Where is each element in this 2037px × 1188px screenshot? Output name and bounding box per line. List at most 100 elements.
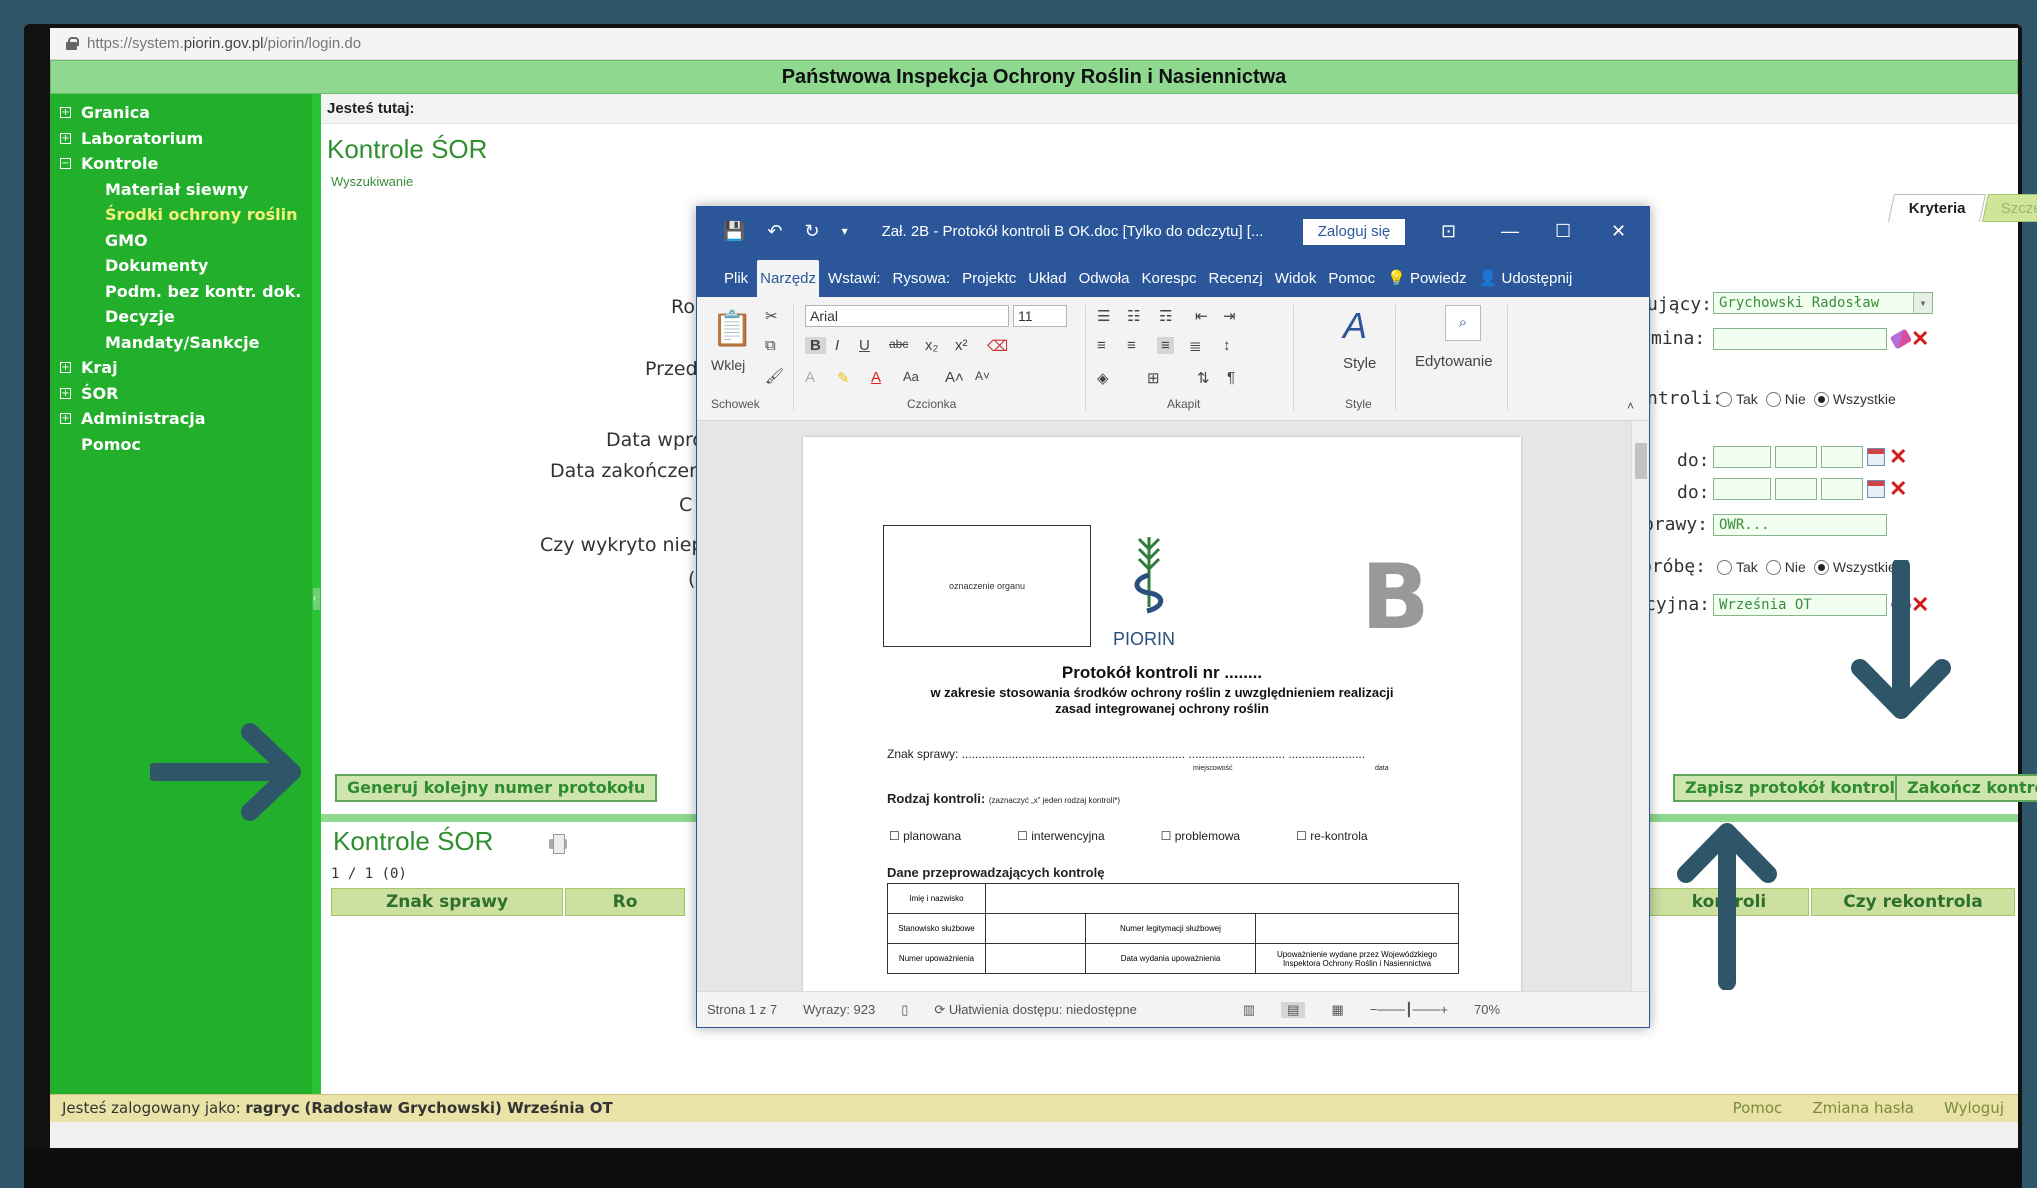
superscript-button[interactable]: x²	[955, 337, 968, 354]
numbering-icon[interactable]: ☷	[1127, 307, 1140, 325]
radio-nie[interactable]	[1765, 559, 1781, 575]
page-count[interactable]: Strona 1 z 7	[707, 1002, 777, 1017]
tab-powiedz[interactable]: 💡 Powiedz	[1384, 269, 1470, 297]
collapse-sidebar-handle[interactable]: ‹	[313, 588, 320, 610]
tab-wstawianie[interactable]: Wstawi:	[825, 270, 884, 297]
zoom-slider[interactable]: −───┃───+	[1370, 1002, 1448, 1018]
generate-protocol-number-button[interactable]: Generuj kolejny numer protokołu	[335, 774, 658, 802]
justify-icon[interactable]: ≣	[1189, 337, 1202, 355]
sidebar-item-mandaty[interactable]: Mandaty/Sankcje	[50, 330, 312, 356]
date-day-input[interactable]	[1821, 446, 1863, 468]
font-size-select[interactable]: 11	[1013, 305, 1067, 327]
checkbox-interwencyjna[interactable]: interwencyjna	[1017, 829, 1104, 843]
save-protocol-button[interactable]: Zapisz protokół kontroli	[1673, 774, 1913, 802]
strikethrough-button[interactable]: abc	[889, 337, 908, 351]
align-left-icon[interactable]: ≡	[1097, 337, 1106, 354]
cut-icon[interactable]: ✂	[765, 307, 778, 325]
styles-label[interactable]: Style	[1343, 355, 1376, 372]
clear-x-icon[interactable]: ✕	[1911, 328, 1929, 350]
date-month-input[interactable]	[1775, 478, 1817, 500]
borders-icon[interactable]: ⊞	[1147, 369, 1160, 387]
sidebar-item-administracja[interactable]: + Administracja	[50, 406, 312, 432]
date-year-input[interactable]	[1713, 446, 1771, 468]
show-marks-icon[interactable]: ¶	[1227, 369, 1235, 386]
change-password-link[interactable]: Zmiana hasła	[1812, 1095, 1914, 1122]
tab-widok[interactable]: Widok	[1272, 270, 1320, 297]
sidebar-item-material-siewny[interactable]: Materiał siewny	[50, 177, 312, 203]
calendar-icon[interactable]	[1867, 480, 1885, 498]
login-button[interactable]: Zaloguj się	[1303, 219, 1405, 245]
undo-icon[interactable]: ↶	[767, 221, 782, 242]
highlight-icon[interactable]: ✎	[837, 369, 850, 387]
word-count[interactable]: Wyrazy: 923	[803, 1002, 875, 1017]
save-icon[interactable]: 💾	[723, 221, 745, 242]
sidebar-item-sor[interactable]: + ŚOR	[50, 381, 312, 407]
collapse-ribbon-icon[interactable]: ˄	[1627, 399, 1634, 413]
paste-icon[interactable]: 📋	[711, 309, 753, 349]
minimize-icon[interactable]: —	[1501, 221, 1519, 242]
bold-button[interactable]: B	[805, 337, 826, 354]
tab-projektowanie[interactable]: Projektc	[959, 270, 1019, 297]
increase-indent-icon[interactable]: ⇥	[1223, 307, 1236, 325]
date-day-input[interactable]	[1821, 478, 1863, 500]
multilevel-list-icon[interactable]: ☶	[1159, 307, 1172, 325]
inspector-select[interactable]: Grychowski Radosław	[1713, 292, 1933, 314]
znak-sprawy-input[interactable]: OWR...	[1713, 514, 1887, 536]
sidebar-item-pomoc[interactable]: Pomoc	[50, 432, 312, 458]
sidebar-item-decyzje[interactable]: Decyzje	[50, 304, 312, 330]
styles-icon[interactable]: A	[1343, 305, 1367, 347]
finish-control-button[interactable]: Zakończ kontrolę	[1895, 774, 2037, 802]
shrink-font-icon[interactable]: A˅	[975, 369, 990, 383]
checkbox-re-kontrola[interactable]: re-kontrola	[1296, 829, 1367, 843]
scrollbar-thumb[interactable]	[1635, 443, 1647, 479]
sidebar-item-kontrole[interactable]: − Kontrole	[50, 151, 312, 177]
underline-button[interactable]: U	[859, 337, 870, 354]
tab-plik[interactable]: Plik	[721, 270, 751, 297]
redo-icon[interactable]: ↻	[805, 221, 820, 242]
format-painter-icon[interactable]: 🖌	[765, 367, 784, 385]
column-header-ro[interactable]: Ro	[565, 888, 685, 916]
tab-pomoc[interactable]: Pomoc	[1325, 270, 1378, 297]
radio-nie[interactable]	[1765, 391, 1781, 407]
address-bar[interactable]: https://system. piorin.gov.pl/piorin/logi…	[50, 28, 2018, 60]
column-header-znak-sprawy[interactable]: Znak sprawy	[331, 888, 563, 916]
share-button[interactable]: 👤 Udostępnij	[1476, 269, 1576, 297]
clear-x-icon[interactable]: ✕	[1889, 478, 1907, 500]
sort-icon[interactable]: ⇅	[1197, 369, 1210, 387]
font-name-select[interactable]: Arial	[805, 305, 1009, 327]
maximize-icon[interactable]: ☐	[1555, 221, 1571, 242]
tab-uklad[interactable]: Układ	[1025, 270, 1069, 297]
copy-icon[interactable]: ⧉	[765, 337, 776, 354]
font-color-icon[interactable]: A	[871, 369, 881, 386]
ribbon-display-icon[interactable]: ⊡	[1441, 221, 1456, 242]
align-center-icon[interactable]: ≡	[1127, 337, 1136, 354]
tab-recenzja[interactable]: Recenzj	[1206, 270, 1266, 297]
tab-narzedzia[interactable]: Narzędz	[757, 260, 820, 297]
date-year-input[interactable]	[1713, 478, 1771, 500]
sidebar-item-dokumenty[interactable]: Dokumenty	[50, 253, 312, 279]
grow-font-icon[interactable]: A˄	[945, 369, 964, 386]
tab-korespondencja[interactable]: Korespc	[1138, 270, 1199, 297]
radio-wszystkie[interactable]	[1813, 559, 1829, 575]
clear-x-icon[interactable]: ✕	[1889, 446, 1907, 468]
checkbox-planowana[interactable]: planowana	[889, 829, 961, 843]
text-effects-icon[interactable]: A	[805, 369, 815, 386]
column-header-czy-rekontrola[interactable]: Czy rekontrola	[1811, 888, 2015, 916]
calendar-icon[interactable]	[1867, 448, 1885, 466]
close-icon[interactable]: ✕	[1611, 221, 1626, 242]
clear-format-icon[interactable]: ⌫	[987, 337, 1008, 355]
gmina-input[interactable]	[1713, 328, 1887, 350]
shading-icon[interactable]: ◈	[1097, 369, 1109, 387]
logout-link[interactable]: Wyloguj	[1944, 1095, 2004, 1122]
tab-odwolania[interactable]: Odwoła	[1076, 270, 1133, 297]
date-month-input[interactable]	[1775, 446, 1817, 468]
sidebar-item-laboratorium[interactable]: + Laboratorium	[50, 126, 312, 152]
zoom-level[interactable]: 70%	[1474, 1002, 1500, 1017]
checkbox-problemowa[interactable]: problemowa	[1161, 829, 1240, 843]
print-layout-icon[interactable]: ▤	[1281, 1001, 1306, 1018]
editing-label[interactable]: Edytowanie	[1415, 353, 1493, 370]
find-icon[interactable]: ⌕	[1445, 305, 1481, 341]
decrease-indent-icon[interactable]: ⇤	[1195, 307, 1208, 325]
paste-label[interactable]: Wklej	[711, 357, 745, 373]
printer-icon[interactable]	[547, 832, 569, 854]
